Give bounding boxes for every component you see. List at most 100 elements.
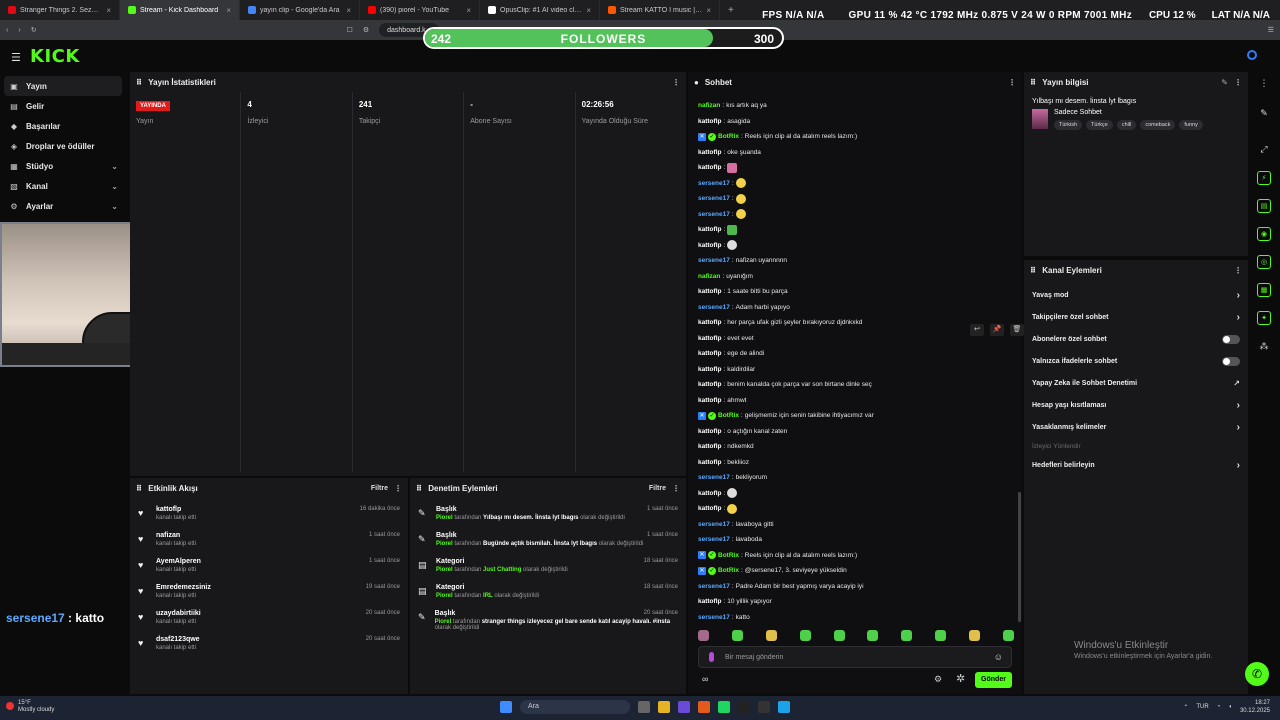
sidebar-item-5[interactable]: ▧ Kanal ⌄ — [0, 176, 128, 196]
browser-tab[interactable]: Stream KATTO I music | Listen to sev × — [600, 0, 720, 20]
chat-username[interactable]: kattoflp — [698, 364, 721, 375]
channel-action-item[interactable]: Hesap yaşı kısıtlaması › — [1024, 394, 1248, 416]
chat-username[interactable]: kattoflp — [698, 286, 721, 297]
close-tab-icon[interactable]: × — [346, 6, 351, 15]
user-avatar[interactable] — [1247, 50, 1257, 60]
hamburger-icon[interactable]: ☰ — [11, 51, 21, 64]
more-options-icon[interactable]: ⋮ — [1234, 266, 1242, 275]
stream-tag[interactable]: Türkçe — [1086, 120, 1113, 130]
activity-user[interactable]: kattoflp — [156, 506, 196, 513]
expand-icon[interactable]: ⤢ — [1257, 142, 1271, 156]
pin-icon[interactable]: 📌 — [990, 324, 1004, 336]
wrench-icon[interactable]: ✦ — [1257, 311, 1271, 325]
extensions-icon[interactable]: ☰ — [1268, 26, 1274, 34]
emote-icon[interactable] — [1002, 630, 1014, 641]
chat-username[interactable]: kattoflp — [698, 596, 721, 607]
drag-handle-icon[interactable]: ⠿ — [1030, 78, 1036, 87]
chat-username[interactable]: BotRix — [718, 550, 739, 561]
send-button[interactable]: Gönder — [975, 672, 1012, 688]
chat-username[interactable]: kattoflp — [698, 240, 721, 251]
chat-username[interactable]: kattoflp — [698, 488, 721, 499]
emote-icon[interactable] — [867, 630, 879, 641]
chat-username[interactable]: sersene17 — [698, 255, 730, 266]
chat-username[interactable]: kattoflp — [698, 162, 721, 173]
sidebar-item-1[interactable]: ▤ Gelir — [0, 96, 128, 116]
close-tab-icon[interactable]: × — [226, 6, 231, 15]
close-tab-icon[interactable]: × — [106, 6, 111, 15]
emote-icon[interactable] — [698, 630, 709, 641]
chat-username[interactable]: sersene17 — [698, 534, 730, 545]
discord-icon[interactable] — [678, 701, 690, 713]
chat-username[interactable]: sersene17 — [698, 472, 730, 483]
more-options-icon[interactable]: ⋮ — [672, 484, 680, 493]
moderation-filter-button[interactable]: Filtre — [649, 485, 666, 492]
obs-icon[interactable] — [738, 701, 750, 713]
sidebar-item-6[interactable]: ⚙ Ayarlar ⌄ — [0, 196, 128, 216]
weather-widget[interactable]: 15°F Mostly cloudy — [6, 700, 54, 714]
chat-username[interactable]: nafizan — [698, 100, 720, 111]
chat-scrollbar[interactable] — [1018, 492, 1021, 622]
chat-username[interactable]: kattoflp — [698, 503, 721, 514]
language-indicator[interactable]: TUR — [1196, 704, 1208, 710]
moderation-actor[interactable]: Piorel — [436, 541, 453, 547]
chat-username[interactable]: nafizan — [698, 271, 720, 282]
more-options-icon[interactable]: ⋮ — [1257, 76, 1271, 90]
chat-username[interactable]: kattoflp — [698, 395, 721, 406]
emote-icon[interactable] — [731, 630, 743, 641]
moderation-actor[interactable]: Piorel — [436, 593, 453, 599]
toggle-switch[interactable] — [1222, 356, 1240, 366]
chat-username[interactable]: sersene17 — [698, 612, 730, 623]
lightning-icon[interactable]: ⚡ — [1257, 171, 1271, 185]
chat-username[interactable]: kattoflp — [698, 348, 721, 359]
emote-icon[interactable] — [765, 630, 777, 641]
close-tab-icon[interactable]: × — [706, 6, 711, 15]
pencil-icon[interactable]: ✎ — [1257, 106, 1271, 120]
stream-tag[interactable]: Türkish — [1054, 120, 1083, 130]
chat-username[interactable]: kattoflp — [698, 317, 721, 328]
chat-username[interactable]: kattoflp — [698, 116, 721, 127]
reload-icon[interactable]: ↻ — [31, 26, 37, 34]
chat-username[interactable]: sersene17 — [698, 178, 730, 189]
site-info-icon[interactable]: ⚙ — [363, 26, 369, 34]
app-icon[interactable] — [778, 701, 790, 713]
chat-username[interactable]: sersene17 — [698, 519, 730, 530]
chat-username[interactable]: kattoflp — [698, 147, 721, 158]
channel-action-item[interactable]: Yalnızca ifadelerle sohbet — [1024, 350, 1248, 372]
emote-icon[interactable] — [935, 630, 947, 641]
activity-user[interactable]: AyemAlperen — [156, 558, 201, 565]
channel-action-item[interactable]: Abonelere özel sohbet — [1024, 328, 1248, 350]
moderation-actor[interactable]: Piorel — [436, 567, 453, 573]
kick-logo[interactable]: KICK — [30, 46, 80, 67]
document-icon[interactable]: ▤ — [1257, 199, 1271, 213]
edit-icon[interactable]: ✎ — [1221, 78, 1228, 87]
toggle-switch[interactable] — [1222, 334, 1240, 344]
sidebar-item-2[interactable]: ◆ Başarılar — [0, 116, 128, 136]
gear-icon[interactable]: ⚙ — [934, 674, 942, 685]
more-options-icon[interactable]: ⋮ — [1008, 78, 1016, 87]
chat-username[interactable]: sersene17 — [698, 193, 730, 204]
file-explorer-icon[interactable] — [658, 701, 670, 713]
stream-tag[interactable]: comeback — [1140, 120, 1176, 130]
sidebar-item-0[interactable]: ▣ Yayın — [4, 76, 122, 96]
task-view-icon[interactable] — [638, 701, 650, 713]
more-options-icon[interactable]: ⋮ — [1234, 78, 1242, 87]
start-icon[interactable] — [500, 701, 512, 713]
network-icon[interactable]: ◔ — [1217, 704, 1221, 710]
chat-username[interactable]: kattoflp — [698, 379, 721, 390]
chat-username[interactable]: BotRix — [718, 410, 739, 421]
browser-tab[interactable]: yayın clip - Google'da Ara × — [240, 0, 360, 20]
chat-message-input[interactable]: Bir mesaj gönderin ☺ — [698, 646, 1012, 668]
broadcast-icon[interactable]: ◎ — [1257, 255, 1271, 269]
channel-action-item[interactable]: Takipçilere özel sohbet › — [1024, 306, 1248, 328]
activity-user[interactable]: nafizan — [156, 532, 196, 539]
activity-filter-button[interactable]: Filtre — [371, 485, 388, 492]
chevron-up-icon[interactable]: ⌃ — [1183, 704, 1188, 711]
emoji-icon[interactable]: ☺ — [994, 652, 1003, 662]
chat-username[interactable]: BotRix — [718, 131, 739, 142]
whatsapp-fab-icon[interactable]: ✆ — [1245, 662, 1269, 686]
drag-handle-icon[interactable]: ⠿ — [136, 484, 142, 493]
drag-handle-icon[interactable]: ⠿ — [1030, 266, 1036, 275]
emote-icon[interactable] — [833, 630, 845, 641]
sidebar-item-3[interactable]: ◈ Droplar ve ödüller — [0, 136, 128, 156]
chat-username[interactable]: kattoflp — [698, 333, 721, 344]
